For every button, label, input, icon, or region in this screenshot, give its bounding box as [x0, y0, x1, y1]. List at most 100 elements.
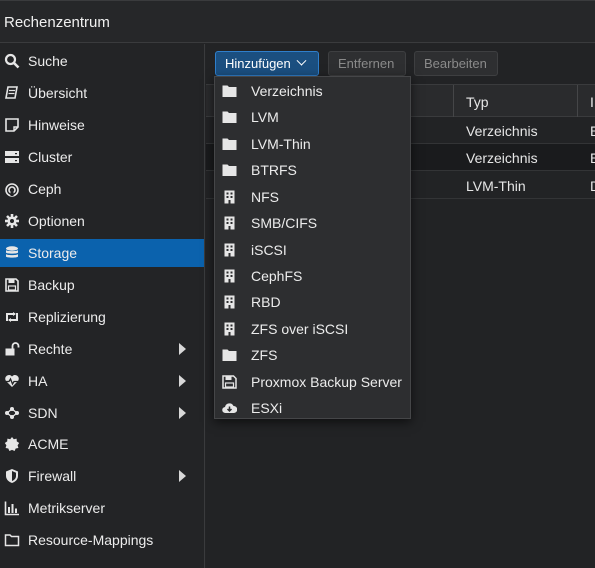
sidebar-item-uebersicht[interactable]: Übersicht: [0, 79, 204, 107]
datacenter-title: Rechenzentrum: [4, 14, 110, 31]
sidebar-item-sdn[interactable]: SDN: [0, 399, 204, 427]
building-icon: [224, 269, 235, 283]
cell-next: E: [590, 150, 595, 166]
menu-item-zfs-over-iscsi[interactable]: ZFS over iSCSI: [215, 316, 410, 342]
bar-chart-icon: [4, 501, 19, 516]
sidebar-item-label: HA: [28, 373, 48, 389]
cell-typ: Verzeichnis: [466, 123, 538, 139]
sidebar-item-label: Hinweise: [28, 117, 85, 133]
sidebar-item-label: Optionen: [28, 213, 85, 229]
menu-item-label: ZFS: [251, 347, 278, 363]
menu-item-esxi[interactable]: ESXi: [215, 395, 410, 421]
menu-item-lvm[interactable]: LVM: [215, 104, 410, 130]
remove-button[interactable]: Entfernen: [328, 51, 406, 76]
menu-item-zfs[interactable]: ZFS: [215, 342, 410, 368]
building-icon: [224, 243, 235, 257]
sidebar-item-label: Firewall: [28, 468, 77, 484]
sidebar-item-backup[interactable]: Backup: [0, 271, 204, 299]
sidebar-item-label: SDN: [28, 405, 58, 421]
building-icon: [224, 295, 235, 309]
note-icon: [5, 118, 19, 132]
building-icon: [224, 190, 235, 204]
sidebar-item-acme[interactable]: ACME: [0, 430, 204, 458]
search-icon: [4, 53, 20, 69]
column-separator[interactable]: [453, 85, 454, 117]
menu-item-smb-cifs[interactable]: SMB/CIFS: [215, 210, 410, 236]
sidebar-item-optionen[interactable]: Optionen: [0, 207, 204, 235]
menu-item-label: NFS: [251, 189, 279, 205]
menu-item-label: Proxmox Backup Server: [251, 374, 402, 390]
sidebar-item-label: Suche: [28, 53, 68, 69]
sidebar-item-metrikserver[interactable]: Metrikserver: [0, 494, 204, 522]
folder-icon: [222, 349, 237, 361]
cell-typ: LVM-Thin: [466, 178, 526, 194]
building-icon: [224, 216, 235, 230]
sidebar-item-label: Replizierung: [28, 309, 106, 325]
menu-item-rbd[interactable]: RBD: [215, 289, 410, 315]
menu-item-nfs[interactable]: NFS: [215, 184, 410, 210]
network-icon: [5, 407, 19, 419]
menu-item-btrfs[interactable]: BTRFS: [215, 157, 410, 183]
menu-item-label: LVM-Thin: [251, 136, 311, 152]
menu-item-iscsi[interactable]: iSCSI: [215, 237, 410, 263]
folder-icon: [222, 111, 237, 123]
chevron-right-icon[interactable]: [179, 407, 186, 419]
menu-item-lvm-thin[interactable]: LVM-Thin: [215, 131, 410, 157]
menu-item-cephfs[interactable]: CephFS: [215, 263, 410, 289]
cell-next: D: [590, 178, 595, 194]
sidebar-item-resource-mappings[interactable]: Resource-Mappings: [0, 526, 204, 554]
column-header-next[interactable]: I: [590, 94, 594, 110]
top-bar: Rechenzentrum: [0, 0, 595, 43]
column-header-typ[interactable]: Typ: [466, 94, 489, 110]
sidebar-item-ha[interactable]: HA: [0, 367, 204, 395]
database-icon: [6, 246, 18, 258]
sidebar-item-cluster[interactable]: Cluster: [0, 143, 204, 171]
sidebar-item-storage[interactable]: Storage: [0, 239, 204, 267]
remove-button-label: Entfernen: [338, 56, 395, 71]
menu-item-label: iSCSI: [251, 242, 287, 258]
retweet-icon: [6, 312, 18, 322]
menu-item-label: SMB/CIFS: [251, 215, 318, 231]
folder-icon: [222, 85, 237, 97]
sidebar-item-label: Resource-Mappings: [28, 532, 154, 548]
column-separator[interactable]: [577, 85, 578, 117]
sidebar-item-label: Backup: [28, 277, 75, 293]
cell-typ: Verzeichnis: [466, 150, 538, 166]
folder-icon: [222, 138, 237, 150]
floppy-icon: [222, 375, 237, 389]
chevron-right-icon[interactable]: [179, 343, 186, 355]
chevron-right-icon[interactable]: [179, 470, 186, 482]
sidebar-item-suche[interactable]: Suche: [0, 47, 204, 75]
menu-item-proxmox-backup-server[interactable]: Proxmox Backup Server: [215, 369, 410, 395]
book-icon: [5, 86, 18, 99]
server-icon: [5, 151, 19, 163]
sidebar-item-ceph[interactable]: Ceph: [0, 175, 204, 203]
cell-next: E: [590, 123, 595, 139]
cloud-download-icon: [222, 403, 237, 414]
sidebar-item-label: Ceph: [28, 181, 62, 197]
menu-item-label: ZFS over iSCSI: [251, 321, 349, 337]
chevron-down-icon: [296, 55, 307, 66]
add-button[interactable]: Hinzufügen: [215, 51, 319, 76]
sidebar-item-label: Übersicht: [28, 85, 88, 101]
sidebar-item-label: Cluster: [28, 149, 73, 165]
menu-item-label: LVM: [251, 109, 279, 125]
sidebar-item-label: Rechte: [28, 341, 73, 357]
sidebar-item-rechte[interactable]: Rechte: [0, 335, 204, 363]
sidebar-item-firewall[interactable]: Firewall: [0, 462, 204, 490]
sidebar-item-replizierung[interactable]: Replizierung: [0, 303, 204, 331]
sidebar-item-label: Metrikserver: [28, 500, 106, 516]
menu-item-label: CephFS: [251, 268, 303, 284]
sidebar-item-label: Storage: [28, 245, 78, 261]
unlock-icon: [5, 342, 20, 356]
gear-icon: [5, 214, 19, 228]
building-icon: [224, 322, 235, 336]
edit-button[interactable]: Bearbeiten: [414, 51, 498, 76]
sidebar-item-label: ACME: [28, 436, 69, 452]
menu-item-label: Verzeichnis: [251, 83, 323, 99]
sidebar-item-hinweise[interactable]: Hinweise: [0, 111, 204, 139]
heartbeat-icon: [5, 375, 19, 387]
chevron-right-icon[interactable]: [179, 375, 186, 387]
add-storage-menu: Verzeichnis LVM LVM-Thin BTRFS NFS SMB/C…: [214, 76, 411, 419]
menu-item-verzeichnis[interactable]: Verzeichnis: [215, 78, 410, 104]
